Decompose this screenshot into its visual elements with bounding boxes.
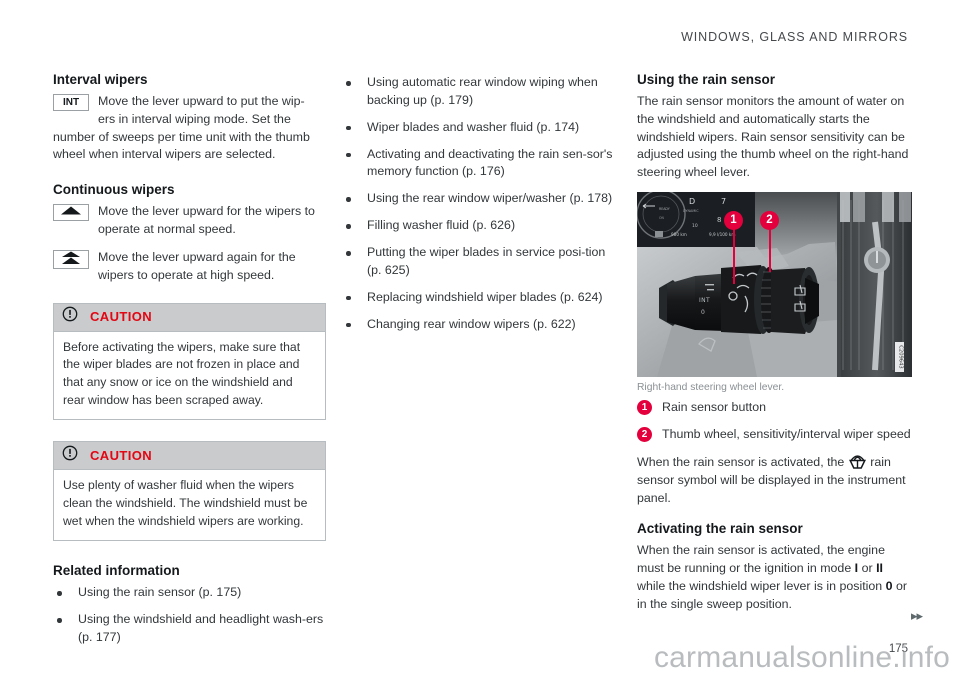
interval-text-rest: number of sweeps per time unit with the …	[53, 129, 310, 162]
svg-text:8: 8	[717, 216, 721, 224]
list-item[interactable]: Replacing windshield wiper blades (p. 62…	[342, 289, 615, 307]
activating-conjunction: or	[861, 561, 873, 576]
svg-text:ON: ON	[659, 216, 665, 220]
legend-number-2: 2	[637, 427, 652, 443]
image-code: C209643	[898, 345, 904, 368]
svg-text:980 km: 980 km	[671, 232, 687, 237]
double-chevron-up-icon	[53, 249, 89, 269]
svg-text:DYNAMIC: DYNAMIC	[683, 209, 699, 213]
related-information-list-continued: Using automatic rear window wiping when …	[342, 74, 615, 333]
caution-2-body: Use plenty of washer fluid when the wipe…	[63, 478, 308, 528]
legend-row-1: 1 Rain sensor button	[637, 399, 912, 417]
ignition-mode-2: II	[876, 561, 883, 576]
caution-1-title: CAUTION	[90, 309, 153, 325]
legend-number-1: 1	[637, 400, 652, 416]
list-item[interactable]: Using the rain sensor (p. 175)	[53, 584, 326, 602]
legend-row-2: 2 Thumb wheel, sensitivity/interval wipe…	[637, 426, 912, 444]
rain-sensor-icon	[848, 454, 867, 470]
heading-using-the-rain-sensor: Using the rain sensor	[637, 72, 776, 87]
callout-line-2	[769, 227, 771, 273]
column-middle: Using automatic rear window wiping when …	[342, 72, 615, 342]
svg-text:READY: READY	[659, 207, 670, 211]
caution-box-1: CAUTION Before activating the wipers, ma…	[53, 302, 326, 421]
svg-text:0: 0	[701, 309, 705, 316]
column-right: Using the rain sensor The rain sensor mo…	[637, 72, 912, 614]
rain-sensor-intro-text: The rain sensor monitors the amount of w…	[637, 93, 909, 180]
list-item[interactable]: Using automatic rear window wiping when …	[342, 74, 615, 110]
continuous-high-text: Move the lever upward again for the wipe…	[98, 249, 296, 282]
list-item[interactable]: Putting the wiper blades in service posi…	[342, 244, 615, 280]
continuous-normal-row: Move the lever upward for the wipers to …	[53, 203, 326, 239]
continuous-high-row: Move the lever upward again for the wipe…	[53, 249, 326, 285]
interval-wipers-block: INT Move the lever upward to put the wip…	[53, 93, 326, 164]
continuous-normal-text: Move the lever upward for the wipers to …	[98, 204, 315, 237]
interval-text-line1: Move the lever upward to put the wip-	[98, 93, 305, 108]
caution-2-header: CAUTION	[54, 442, 325, 471]
legend-text-2: Thumb wheel, sensitivity/interval wiper …	[662, 427, 911, 442]
list-item[interactable]: Using the rear window wiper/washer (p. 1…	[342, 190, 615, 208]
symbol-note-before: When the rain sensor is activated, the	[637, 454, 845, 469]
legend-text-1: Rain sensor button	[662, 400, 767, 415]
list-item[interactable]: Changing rear window wipers (p. 622)	[342, 316, 615, 334]
svg-text:10: 10	[692, 223, 698, 229]
column-left: Interval wipers INT Move the lever upwar…	[53, 72, 326, 656]
svg-text:7: 7	[721, 197, 726, 206]
single-chevron-up-icon	[53, 204, 89, 222]
next-page-chevrons[interactable]: ▸▸	[911, 608, 923, 624]
lever-position-0: 0	[885, 579, 893, 594]
interval-text-line2: ers in interval wiping mode. Set the	[98, 111, 291, 126]
list-item[interactable]: Filling washer fluid (p. 626)	[342, 217, 615, 235]
svg-text:D: D	[689, 197, 695, 206]
exclamation-circle-icon	[62, 445, 78, 466]
related-information-list: Using the rain sensor (p. 175) Using the…	[53, 584, 326, 647]
caution-1-body: Before activating the wipers, make sure …	[63, 339, 301, 407]
exclamation-circle-icon	[62, 306, 78, 327]
int-symbol-icon: INT	[53, 93, 89, 111]
heading-activating-the-rain-sensor: Activating the rain sensor	[637, 521, 803, 537]
heading-related-information: Related information	[53, 563, 180, 579]
caution-box-2: CAUTION Use plenty of washer fluid when …	[53, 441, 326, 542]
list-item[interactable]: Using the windshield and headlight wash-…	[53, 611, 326, 647]
activating-part-1: When the rain sensor is activated, the e…	[637, 543, 885, 576]
steering-wheel-lever-photo: D DYNAMIC 7 8 READY ON 10 980 km 9,9 l/1…	[637, 192, 912, 378]
manual-page: WINDOWS, GLASS AND MIRRORS Interval wipe…	[0, 0, 960, 677]
ignition-mode-1: I	[854, 561, 859, 576]
list-item[interactable]: Activating and deactivating the rain sen…	[342, 146, 615, 182]
running-head: WINDOWS, GLASS AND MIRRORS	[681, 30, 908, 44]
activating-rain-sensor-text: When the rain sensor is activated, the e…	[637, 542, 912, 613]
figure-caption: Right-hand steering wheel lever.	[637, 382, 785, 394]
heading-continuous-wipers: Continuous wipers	[53, 182, 175, 198]
caution-2-title: CAUTION	[90, 447, 153, 463]
figure-steering-wheel-lever: D DYNAMIC 7 8 READY ON 10 980 km 9,9 l/1…	[637, 192, 912, 393]
callout-line-1	[733, 227, 735, 285]
activating-part-2: while the windshield wiper lever is in p…	[637, 579, 883, 594]
rain-sensor-symbol-note: When the rain sensor is activated, the r…	[637, 454, 912, 508]
list-item[interactable]: Wiper blades and washer fluid (p. 174)	[342, 119, 615, 137]
svg-text:9,9 l/100 km: 9,9 l/100 km	[709, 232, 735, 237]
caution-1-header: CAUTION	[54, 303, 325, 332]
heading-interval-wipers: Interval wipers	[53, 72, 148, 87]
svg-text:INT: INT	[699, 297, 710, 304]
watermark: carmanualsonline.info	[653, 641, 950, 674]
